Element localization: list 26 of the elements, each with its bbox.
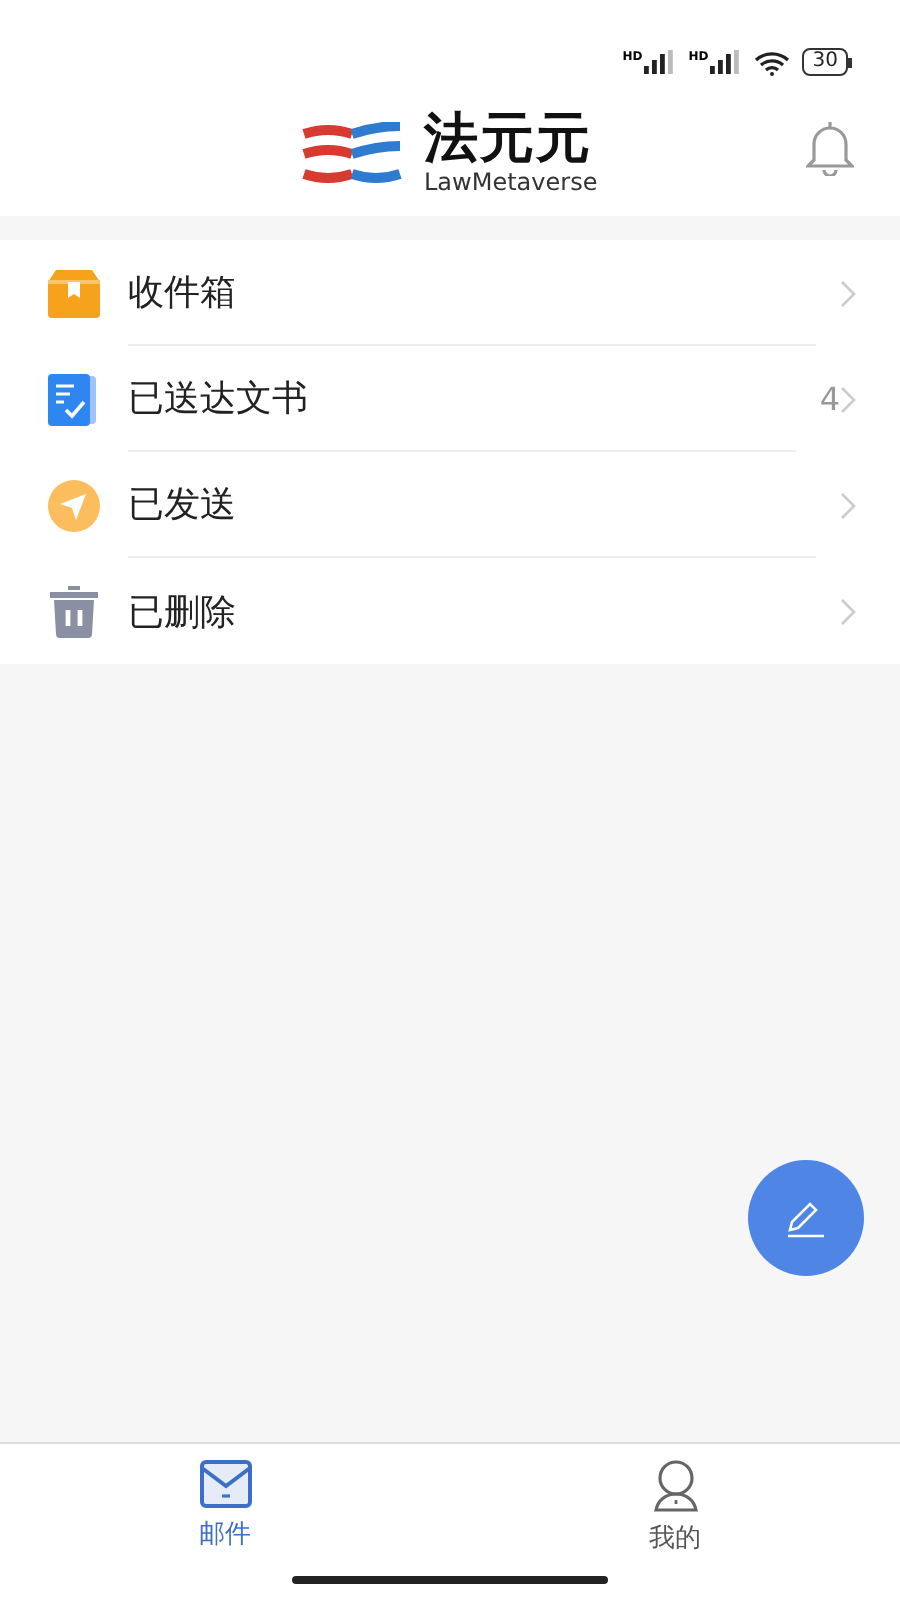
checklist-icon — [48, 373, 100, 425]
folder-label: 已发送 — [128, 482, 236, 528]
pencil-icon — [786, 1198, 826, 1238]
chevron-icon — [840, 279, 856, 307]
envelope-icon — [199, 1460, 251, 1508]
chevron-icon — [840, 491, 856, 519]
signal-icon — [710, 50, 743, 74]
wifi-icon — [754, 49, 791, 75]
folder-label: 已删除 — [128, 589, 236, 635]
logo-subtitle: LawMetaverse — [424, 170, 598, 196]
tab[interactable]: 我的 — [450, 1444, 900, 1600]
trash-icon — [48, 585, 100, 637]
paper-plane-icon — [48, 479, 100, 531]
chevron-icon — [840, 597, 856, 625]
chevron-icon — [840, 385, 856, 413]
signal-icon — [644, 50, 677, 74]
folder-label: 已送达文书 — [128, 376, 308, 422]
bell-icon[interactable] — [806, 120, 854, 176]
logo-title: 法元元 — [424, 110, 594, 170]
box-icon — [48, 269, 100, 317]
tab[interactable]: 邮件 — [0, 1444, 450, 1600]
person-icon — [651, 1460, 699, 1512]
battery-level: 30 — [802, 48, 848, 76]
count-label: 4 — [819, 380, 840, 418]
logo-icon — [300, 121, 404, 185]
folder-label: 收件箱 — [128, 270, 236, 316]
